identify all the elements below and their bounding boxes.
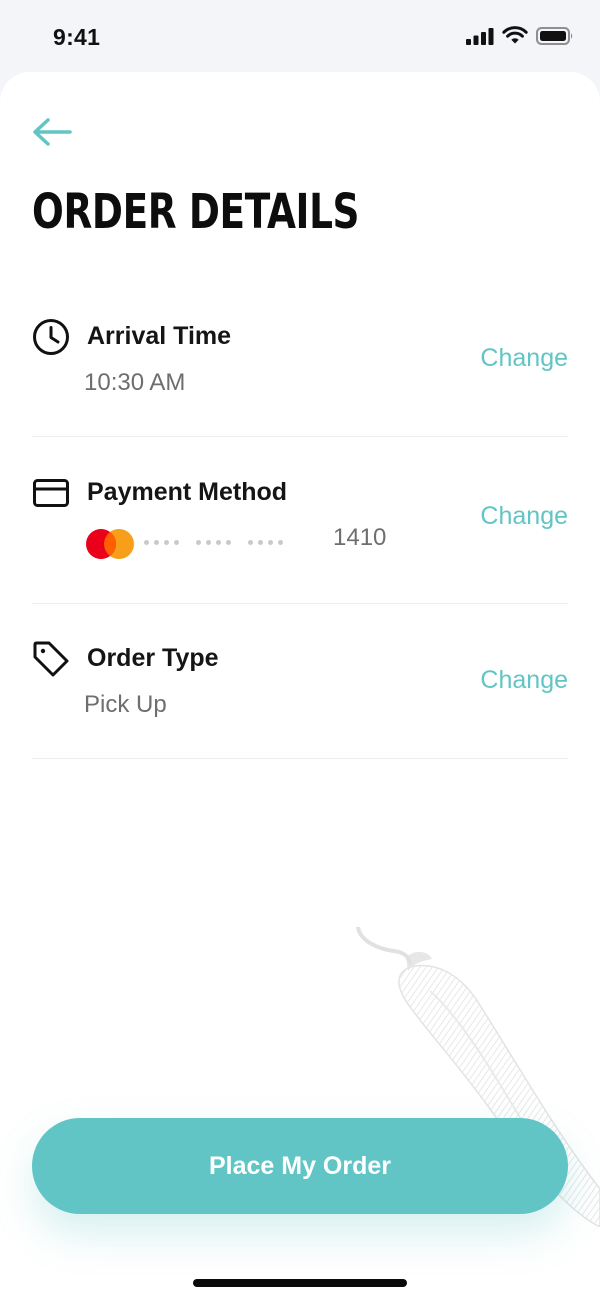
wifi-icon [502,26,528,44]
arrival-time-row: Arrival Time 10:30 AM Change [32,318,568,408]
status-time: 9:41 [53,24,101,50]
order-type-label: Order Type [87,644,219,672]
card-last-four: 1410 [333,524,387,551]
status-bar: 9:41 [0,0,600,72]
tag-icon [33,641,69,677]
order-type-row: Order Type Pick Up Change [32,640,568,730]
change-payment-method-link[interactable]: Change [480,502,568,531]
divider [32,758,568,759]
page-title: ORDER DETAILS [32,184,360,240]
order-type-value: Pick Up [84,691,167,718]
arrow-left-icon [33,118,72,146]
mastercard-icon [86,529,134,559]
credit-card-icon [33,479,69,507]
status-icons [466,26,574,45]
order-details-sheet: ORDER DETAILS Arrival Time 10:30 AM Chan… [0,72,600,1300]
divider [32,436,568,437]
clock-icon [33,319,69,355]
home-indicator [193,1279,407,1287]
masked-card-number [144,540,283,545]
cellular-signal-icon [466,27,494,45]
payment-method-row: Payment Method 1410 Change [32,474,568,574]
divider [32,603,568,604]
place-order-button[interactable]: Place My Order [32,1118,568,1214]
payment-method-label: Payment Method [87,478,288,506]
change-arrival-time-link[interactable]: Change [480,344,568,373]
arrival-time-label: Arrival Time [87,322,232,350]
battery-icon [536,26,573,45]
change-order-type-link[interactable]: Change [480,666,568,695]
back-button[interactable] [30,116,74,148]
arrival-time-value: 10:30 AM [84,369,186,396]
